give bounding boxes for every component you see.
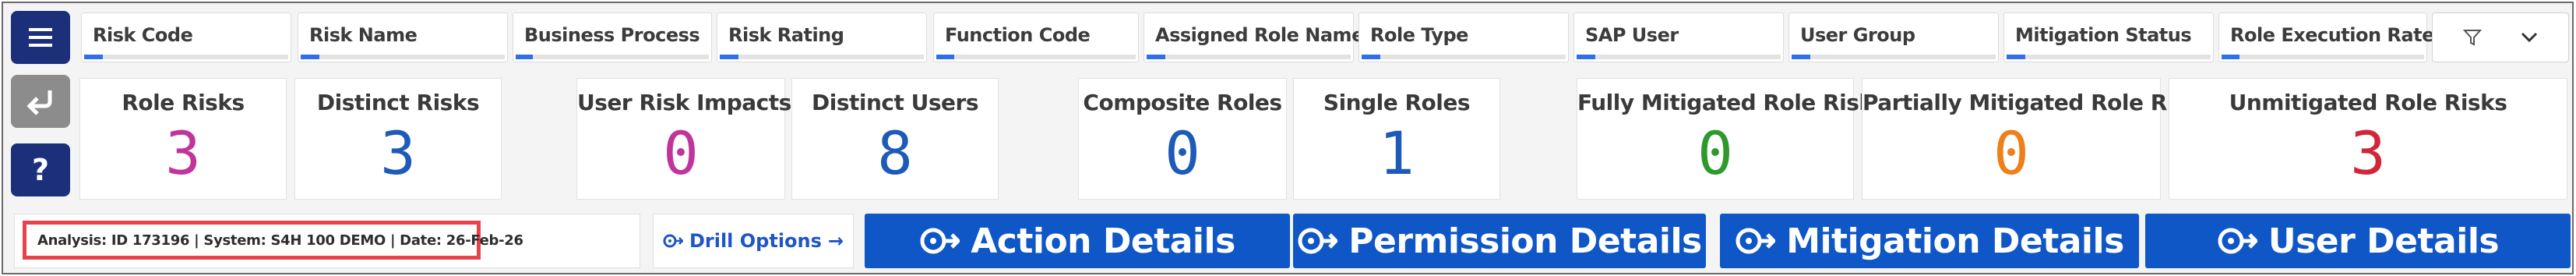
help-button[interactable]: ? bbox=[11, 143, 70, 196]
kpi-title: Single Roles bbox=[1323, 90, 1471, 115]
kpi-value: 0 bbox=[1165, 119, 1200, 188]
filter-label: Mitigation Status bbox=[2015, 24, 2192, 46]
filter-business-process[interactable]: Business Process bbox=[513, 12, 712, 62]
help-icon: ? bbox=[31, 153, 50, 187]
user-details-button[interactable]: User Details bbox=[2145, 214, 2571, 268]
filter-label: Business Process bbox=[524, 24, 700, 46]
filter-label: Risk Name bbox=[309, 24, 418, 46]
filter-selection-bar bbox=[1792, 55, 1996, 59]
filter-mitigation-status[interactable]: Mitigation Status bbox=[2003, 12, 2214, 62]
filter-label: Assigned Role Name bbox=[1155, 24, 1364, 46]
filter-user-group[interactable]: User Group bbox=[1788, 12, 1999, 62]
filter-icon bbox=[2462, 30, 2482, 46]
action-details-button[interactable]: Action Details bbox=[865, 214, 1290, 268]
permission-details-button[interactable]: Permission Details bbox=[1293, 214, 1706, 268]
arrow-right-icon: → bbox=[827, 230, 844, 252]
kpi-title: Composite Roles bbox=[1083, 90, 1282, 115]
filter-dropdown-button[interactable] bbox=[2432, 12, 2569, 62]
filter-label: SAP User bbox=[1585, 24, 1679, 46]
menu-button[interactable] bbox=[11, 11, 70, 64]
kpi-partially-mitigated-role-risks: Partially Mitigated Role Risks 0 bbox=[1862, 78, 2214, 200]
mitigation-details-label: Mitigation Details bbox=[1786, 221, 2124, 261]
kpi-title: Unmitigated Role Risks bbox=[2229, 90, 2507, 115]
filter-label: Risk Code bbox=[93, 24, 193, 46]
analysis-info-text: Analysis: ID 173196 | System: S4H 100 DE… bbox=[37, 232, 523, 249]
kpi-title: Distinct Users bbox=[811, 90, 979, 115]
filter-risk-code[interactable]: Risk Code bbox=[81, 12, 291, 62]
drill-arrow-circle-icon bbox=[920, 228, 960, 254]
kpi-single-roles: Single Roles 1 bbox=[1293, 78, 1500, 200]
kpi-title: Fully Mitigated Role Risks bbox=[1577, 90, 1886, 115]
hamburger-menu-icon bbox=[29, 28, 52, 47]
filter-assigned-role-name[interactable]: Assigned Role Name bbox=[1144, 12, 1364, 62]
permission-details-label: Permission Details bbox=[1348, 221, 1702, 261]
kpi-distinct-users: Distinct Users 8 bbox=[791, 78, 999, 200]
drill-arrow-circle-icon bbox=[1736, 228, 1776, 254]
filter-selection-bar bbox=[301, 55, 505, 59]
kpi-value: 0 bbox=[1697, 119, 1733, 188]
filter-label: Risk Rating bbox=[728, 24, 844, 46]
filter-selection-bar bbox=[1577, 55, 1781, 59]
filter-selection-bar bbox=[1147, 55, 1351, 59]
kpi-title: Role Risks bbox=[122, 90, 245, 115]
drill-arrow-circle-icon bbox=[663, 234, 683, 248]
filter-selection-bar bbox=[936, 55, 1136, 59]
filter-role-execution-rate[interactable]: Role Execution Rate bbox=[2218, 12, 2434, 62]
filter-selection-bar bbox=[84, 55, 288, 59]
drill-arrow-circle-icon bbox=[1298, 228, 1338, 254]
filter-selection-bar bbox=[516, 55, 709, 59]
drill-options-label: Drill Options bbox=[689, 230, 822, 252]
kpi-fully-mitigated-role-risks: Fully Mitigated Role Risks 0 bbox=[1577, 78, 1886, 200]
filter-selection-bar bbox=[2222, 55, 2424, 59]
filter-risk-name[interactable]: Risk Name bbox=[298, 12, 508, 62]
back-button[interactable] bbox=[11, 75, 70, 128]
kpi-value: 3 bbox=[380, 119, 416, 188]
back-arrow-icon bbox=[26, 90, 52, 115]
kpi-distinct-risks: Distinct Risks 3 bbox=[294, 78, 502, 200]
kpi-value: 3 bbox=[2350, 119, 2386, 188]
chevron-down-icon bbox=[2521, 32, 2537, 43]
filter-label: Role Execution Rate bbox=[2230, 24, 2434, 46]
drill-arrow-circle-icon bbox=[2218, 228, 2257, 254]
analysis-info-panel: Analysis: ID 173196 | System: S4H 100 DE… bbox=[14, 214, 640, 268]
kpi-title: Distinct Risks bbox=[316, 90, 480, 115]
filter-label: Role Type bbox=[1370, 24, 1468, 46]
kpi-value: 3 bbox=[165, 119, 201, 188]
kpi-role-risks: Role Risks 3 bbox=[79, 78, 287, 200]
filter-role-type[interactable]: Role Type bbox=[1358, 12, 1569, 62]
kpi-value: 1 bbox=[1379, 119, 1415, 188]
kpi-value: 8 bbox=[877, 119, 913, 188]
drill-options-button[interactable]: Drill Options → bbox=[653, 214, 854, 268]
kpi-value: 0 bbox=[663, 119, 699, 188]
kpi-unmitigated-role-risks: Unmitigated Role Risks 3 bbox=[2169, 78, 2567, 200]
kpi-title: User Risk Impacts bbox=[577, 90, 791, 115]
kpi-user-risk-impacts: User Risk Impacts 0 bbox=[576, 78, 791, 200]
filter-label: User Group bbox=[1800, 24, 1915, 46]
filter-selection-bar bbox=[1362, 55, 1566, 59]
app-frame: ? Risk Code Risk Name Business Process R… bbox=[2, 2, 2574, 274]
filter-label: Function Code bbox=[945, 24, 1091, 46]
kpi-composite-roles: Composite Roles 0 bbox=[1078, 78, 1287, 200]
filter-sap-user[interactable]: SAP User bbox=[1573, 12, 1784, 62]
filter-selection-bar bbox=[2007, 55, 2211, 59]
filter-selection-bar bbox=[720, 55, 924, 59]
user-details-label: User Details bbox=[2268, 221, 2500, 261]
action-details-label: Action Details bbox=[971, 221, 1235, 261]
filter-function-code[interactable]: Function Code bbox=[933, 12, 1139, 62]
mitigation-details-button[interactable]: Mitigation Details bbox=[1720, 214, 2139, 268]
kpi-value: 0 bbox=[1993, 119, 2029, 188]
analysis-highlight-box: Analysis: ID 173196 | System: S4H 100 DE… bbox=[23, 221, 523, 260]
kpi-title: Partially Mitigated Role Risks bbox=[1862, 90, 2214, 115]
filter-risk-rating[interactable]: Risk Rating bbox=[717, 12, 927, 62]
